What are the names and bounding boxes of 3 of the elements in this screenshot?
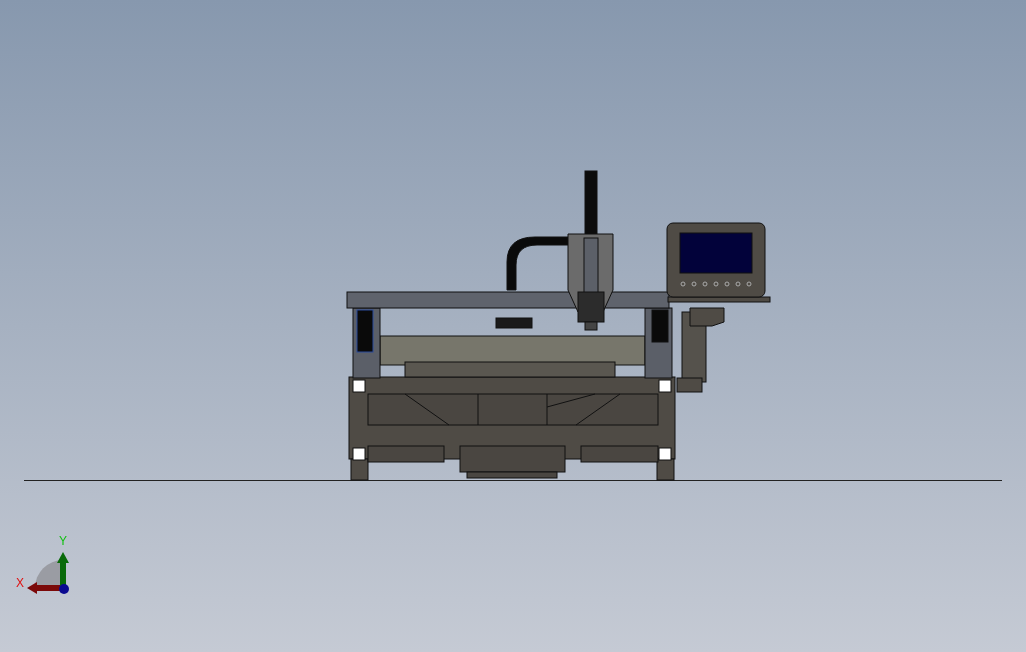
y-axis-label: Y	[59, 534, 67, 548]
z-axis-dot-icon	[59, 584, 69, 594]
x-axis-label: X	[16, 576, 24, 590]
